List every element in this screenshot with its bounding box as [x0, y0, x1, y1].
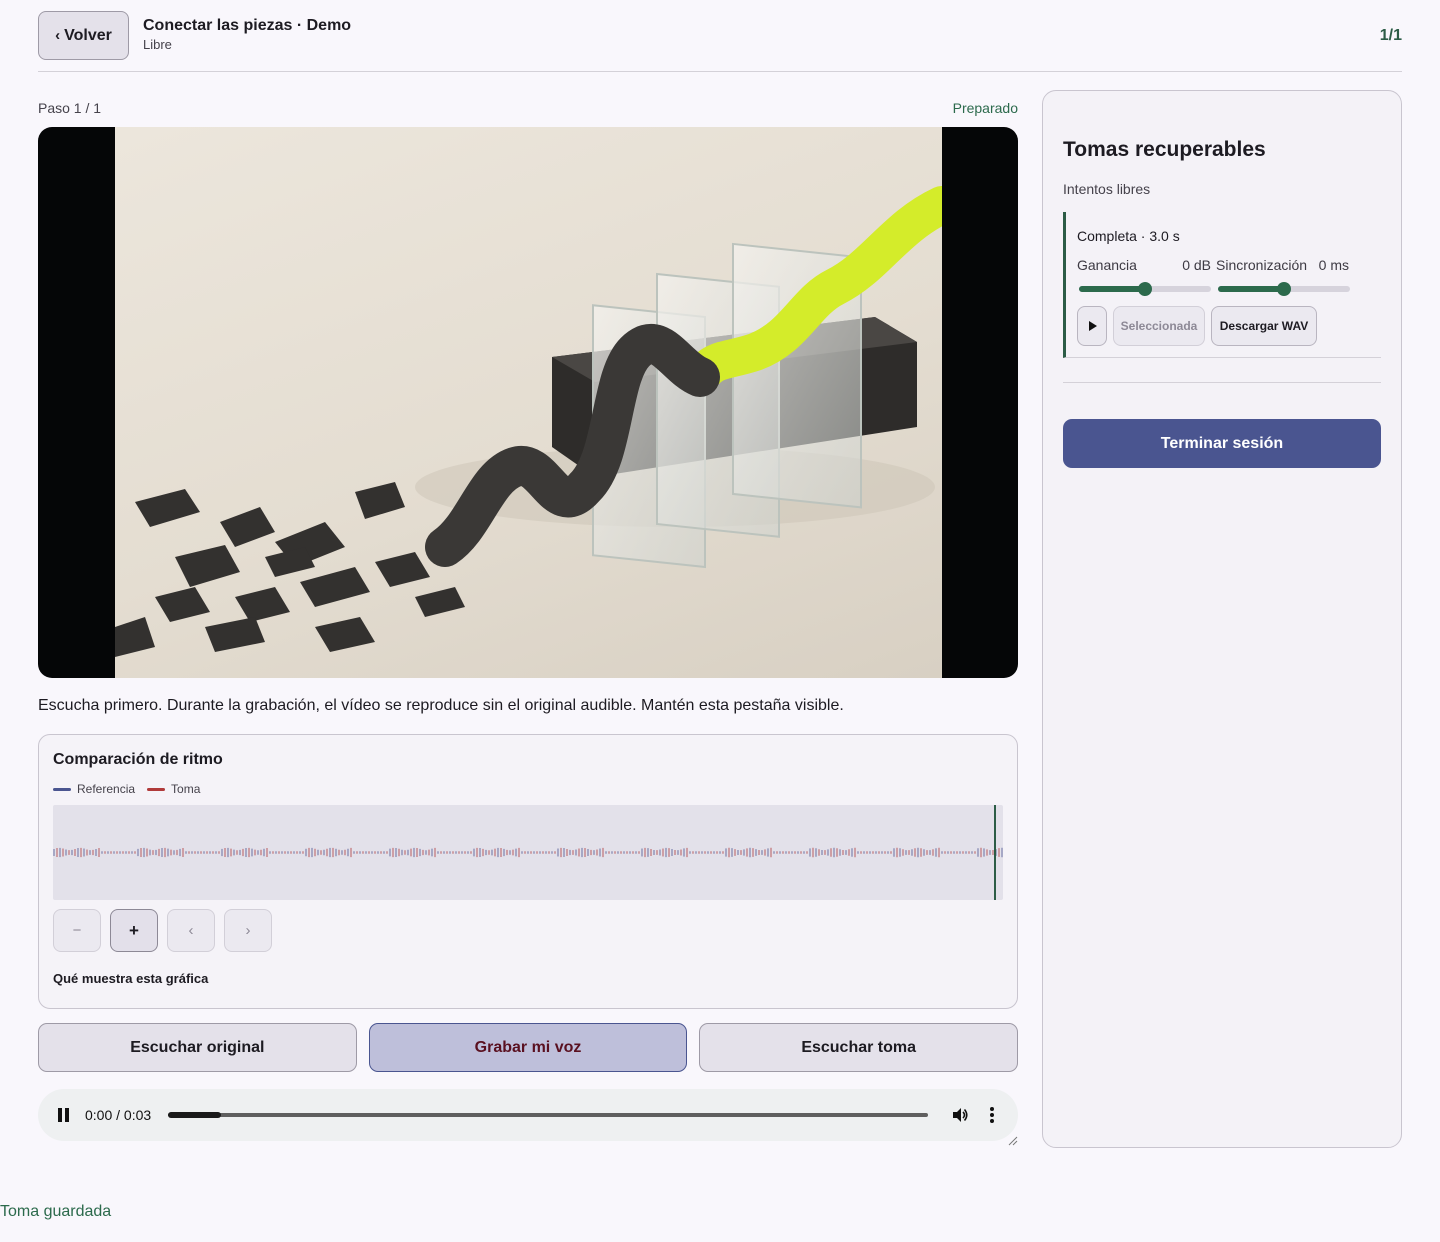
waveform-area[interactable] [53, 805, 1003, 900]
time-display: 0:00 / 0:03 [85, 1107, 152, 1123]
back-button[interactable]: ‹ Volver [38, 11, 129, 60]
volume-icon[interactable] [951, 1106, 969, 1124]
video-still-image [115, 186, 942, 657]
zoom-out-button[interactable]: − [53, 909, 101, 952]
resize-handle-icon[interactable] [1008, 1136, 1018, 1146]
takes-panel: Tomas recuperables Intentos libres Compl… [1042, 90, 1402, 1148]
end-session-button[interactable]: Terminar sesión [1063, 419, 1381, 468]
seek-progress [168, 1112, 222, 1118]
record-voice-button[interactable]: Grabar mi voz [368, 1023, 688, 1072]
take-name: Completa · 3.0 s [1077, 228, 1180, 244]
legend-label-take: Toma [171, 782, 201, 796]
listen-take-button[interactable]: Escuchar toma [699, 1023, 1019, 1072]
zoom-in-button[interactable]: + [110, 909, 158, 952]
step-label: Paso 1 / 1 [38, 100, 102, 116]
legend-item-reference: Referencia [53, 782, 135, 796]
seek-bar[interactable] [168, 1112, 928, 1118]
chart-help-toggle[interactable]: Qué muestra esta gráfica [53, 971, 208, 986]
progress-counter: 1/1 [1379, 27, 1402, 44]
listen-original-button[interactable]: Escuchar original [38, 1023, 357, 1072]
divider [1063, 382, 1381, 383]
play-icon [1089, 321, 1097, 331]
reference-swatch [53, 787, 71, 791]
page-title: Conectar las piezas · Demo [143, 17, 352, 34]
instructions-text: Escucha primero. Durante la grabación, e… [38, 697, 844, 714]
scroll-left-button[interactable]: ‹ [167, 909, 215, 952]
gain-slider[interactable] [1079, 282, 1211, 296]
rhythm-title: Comparación de ritmo [53, 751, 223, 768]
sync-value: 0 ms [1318, 257, 1349, 273]
action-buttons: Escuchar original Grabar mi voz Escuchar… [38, 1023, 1019, 1072]
gain-label: Ganancia [1077, 257, 1137, 273]
gain-slider-fill [1079, 286, 1145, 292]
top-bar: ‹ Volver Conectar las piezas · Demo Libr… [38, 11, 1402, 72]
video-frame [115, 127, 942, 678]
sync-slider-thumb[interactable] [1277, 282, 1291, 296]
download-wav-button[interactable]: Descargar WAV [1211, 306, 1317, 346]
video-player[interactable] [38, 127, 1018, 678]
rhythm-comparison-panel: Comparación de ritmo Referencia Toma − +… [38, 734, 1018, 1009]
audio-player: 0:00 / 0:03 [38, 1089, 1018, 1141]
gain-value: 0 dB [1182, 257, 1211, 273]
waveform-controls: − + ‹ › [53, 909, 272, 952]
back-button-label: Volver [64, 26, 112, 44]
waveform [53, 805, 1003, 900]
take-swatch [147, 787, 166, 791]
sync-slider-fill [1218, 286, 1284, 292]
more-options-icon[interactable] [989, 1106, 995, 1124]
take-item: Completa · 3.0 s Ganancia 0 dB Sincroniz… [1063, 212, 1381, 358]
sync-label: Sincronización [1216, 257, 1308, 273]
play-take-button[interactable] [1077, 306, 1107, 346]
status-text: Preparado [952, 100, 1018, 116]
toast-message: Toma guardada [0, 1203, 112, 1220]
takes-subtitle: Intentos libres [1063, 181, 1151, 197]
pause-icon[interactable] [58, 1108, 70, 1122]
selected-button[interactable]: Seleccionada [1113, 306, 1205, 346]
sync-slider[interactable] [1218, 282, 1350, 296]
takes-title: Tomas recuperables [1063, 138, 1266, 161]
scroll-right-button[interactable]: › [224, 909, 272, 952]
legend: Referencia Toma [53, 782, 200, 796]
gain-slider-thumb[interactable] [1138, 282, 1152, 296]
legend-label-reference: Referencia [77, 782, 136, 796]
page-subtitle: Libre [143, 37, 172, 52]
legend-item-take: Toma [147, 782, 200, 796]
chevron-left-icon: ‹ [55, 27, 61, 44]
